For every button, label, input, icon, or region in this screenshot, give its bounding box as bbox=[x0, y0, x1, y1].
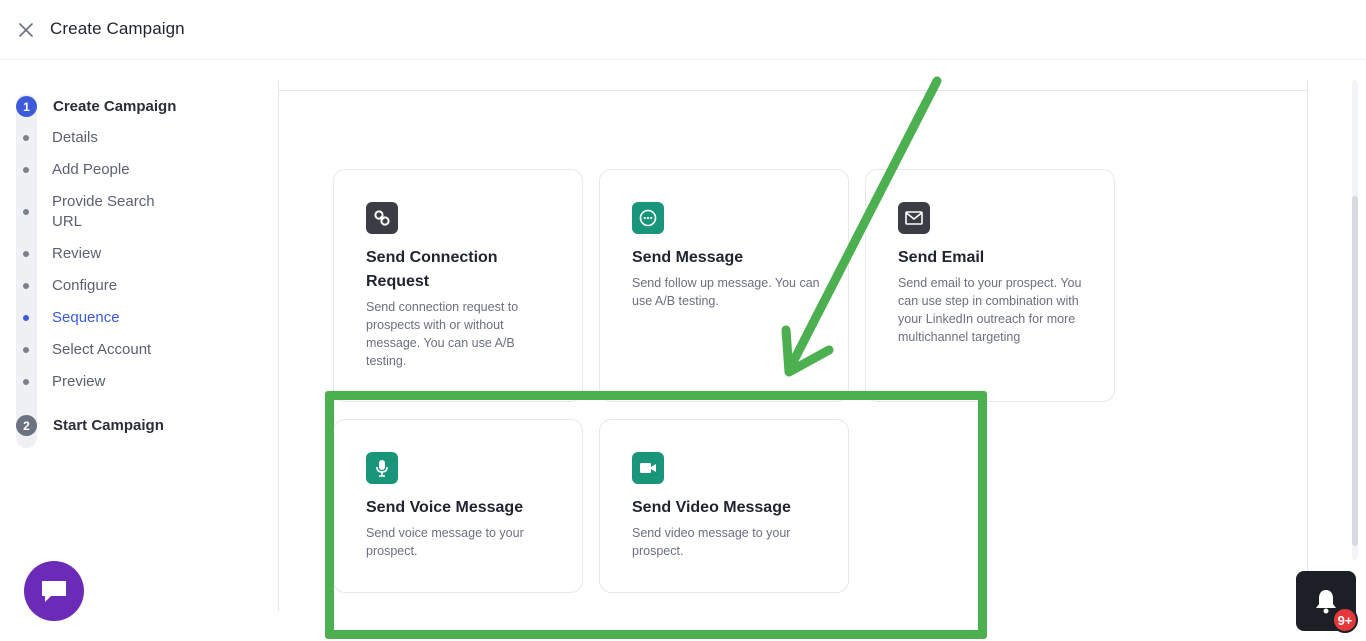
card-title: Send Connection Request bbox=[366, 249, 498, 290]
substep-details[interactable]: Details bbox=[52, 128, 192, 148]
scrollbar-thumb[interactable] bbox=[1352, 196, 1358, 546]
chat-widget-button[interactable] bbox=[24, 561, 84, 621]
card-title: Send Video Message bbox=[632, 499, 791, 516]
stepper-rail bbox=[16, 94, 37, 448]
step-number-2: 2 bbox=[16, 415, 37, 436]
card-description: Send voice message to your prospect. bbox=[366, 526, 524, 558]
top-bar: Create Campaign bbox=[0, 0, 1366, 60]
step-title-start-campaign[interactable]: Start Campaign bbox=[53, 417, 164, 434]
card-send-connection-request[interactable]: Send Connection Request Send connection … bbox=[333, 169, 583, 402]
card-description: Send connection request to prospects wit… bbox=[366, 300, 519, 368]
step-title-create-campaign[interactable]: Create Campaign bbox=[53, 98, 176, 115]
substep-add-people[interactable]: Add People bbox=[52, 160, 192, 180]
substep-configure[interactable]: Configure bbox=[52, 276, 192, 296]
substep-preview[interactable]: Preview bbox=[52, 372, 192, 392]
card-description: Send follow up message. You can use A/B … bbox=[632, 276, 820, 308]
card-send-voice-message[interactable]: Send Voice Message Send voice message to… bbox=[333, 419, 583, 593]
link-icon bbox=[366, 202, 398, 234]
microphone-icon bbox=[366, 452, 398, 484]
card-description: Send video message to your prospect. bbox=[632, 526, 791, 558]
card-title: Send Email bbox=[898, 249, 985, 266]
chat-bubble-icon bbox=[632, 202, 664, 234]
substep-dot-active bbox=[23, 315, 29, 321]
panel-divider bbox=[279, 90, 1307, 91]
page-title: Create Campaign bbox=[50, 19, 185, 38]
substep-dot bbox=[23, 135, 29, 141]
card-title: Send Message bbox=[632, 249, 744, 266]
notification-count-badge: 9+ bbox=[1332, 607, 1358, 633]
substep-review[interactable]: Review bbox=[52, 244, 192, 264]
substep-dot bbox=[23, 167, 29, 173]
step-number-1: 1 bbox=[16, 96, 37, 117]
envelope-icon bbox=[898, 202, 930, 234]
card-description: Send email to your prospect. You can use… bbox=[898, 276, 1082, 344]
substep-sequence[interactable]: Sequence bbox=[52, 308, 192, 328]
campaign-stepper: 1 Create Campaign Details Add People Pro… bbox=[16, 94, 276, 454]
video-camera-icon bbox=[632, 452, 664, 484]
card-send-message[interactable]: Send Message Send follow up message. You… bbox=[599, 169, 849, 402]
substep-dot bbox=[23, 251, 29, 257]
card-title: Send Voice Message bbox=[366, 499, 524, 516]
card-send-video-message[interactable]: Send Video Message Send video message to… bbox=[599, 419, 849, 593]
substep-dot bbox=[23, 347, 29, 353]
substep-select-account[interactable]: Select Account bbox=[52, 340, 192, 360]
substep-dot bbox=[23, 209, 29, 215]
chat-icon bbox=[42, 581, 66, 602]
substep-dot bbox=[23, 283, 29, 289]
card-send-email[interactable]: Send Email Send email to your prospect. … bbox=[865, 169, 1115, 402]
substep-dot bbox=[23, 379, 29, 385]
substep-provide-search-url[interactable]: Provide Search URL bbox=[52, 192, 172, 232]
close-icon[interactable] bbox=[17, 21, 35, 39]
